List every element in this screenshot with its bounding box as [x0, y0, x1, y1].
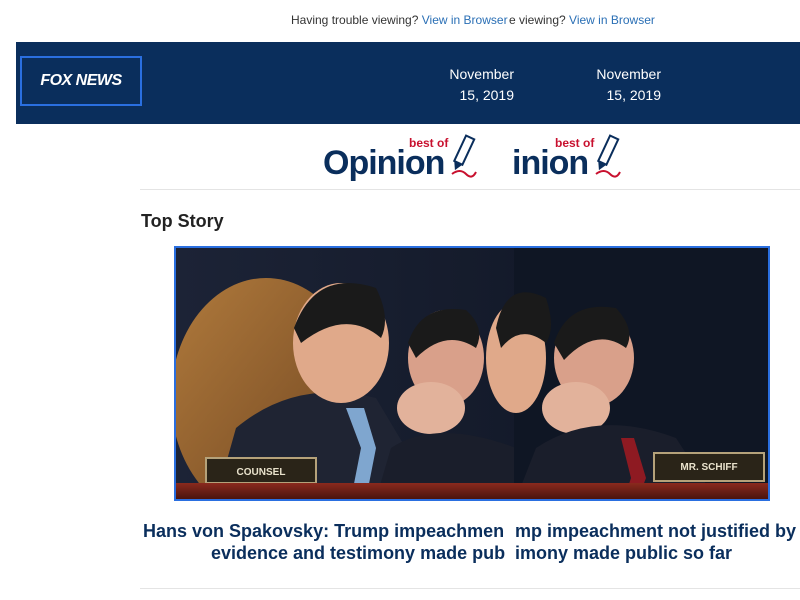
preheader-segment: Having trouble viewing? View in Browser — [291, 13, 509, 27]
logo-text: FOX NEWS — [40, 72, 122, 89]
trouble-text-duplicate: e viewing? — [509, 13, 566, 27]
pencil-icon — [595, 134, 621, 178]
header-bar: FOX NEWS November 15, 2019 November 15, … — [16, 42, 800, 124]
best-of-label: best of — [409, 136, 449, 150]
opinion-logo-duplicate[interactable]: inion best of — [512, 132, 622, 187]
preheader-segment-duplicate: e viewing? View in Browser — [509, 13, 655, 27]
headline-line: imony made public so far — [515, 543, 733, 563]
opinion-logo[interactable]: Opinion best of — [323, 132, 478, 187]
headline-segment-duplicate[interactable]: mp impeachment not justified by imony ma… — [515, 520, 800, 564]
schiff-placard: MR. SCHIFF — [680, 462, 737, 473]
headline-segment[interactable]: Hans von Spakovsky: Trump impeachmen evi… — [143, 520, 515, 564]
headline-line: mp impeachment not justified by — [515, 521, 797, 541]
view-in-browser-link-duplicate[interactable]: View in Browser — [569, 13, 655, 27]
counsel-placard: COUNSEL — [237, 467, 286, 478]
trouble-text: Having trouble viewing? — [291, 13, 419, 27]
best-of-label-duplicate: best of — [555, 136, 595, 150]
headline-line: evidence and testimony made pub — [211, 543, 506, 563]
fox-news-logo[interactable]: FOX NEWS — [20, 56, 142, 106]
section-title: Top Story — [141, 211, 224, 231]
view-in-browser-link[interactable]: View in Browser — [422, 13, 508, 27]
section-divider — [140, 588, 800, 589]
headline-line: Hans von Spakovsky: Trump impeachmen — [143, 521, 505, 541]
best-of-opinion-banner: Opinion best of inion best of — [0, 132, 800, 187]
newsletter-date: November 15, 2019 — [449, 66, 514, 103]
hearing-photo: COUNSEL MR. SCHIFF — [176, 248, 768, 499]
newsletter-date-duplicate: November 15, 2019 — [596, 66, 661, 103]
section-divider — [140, 189, 800, 190]
preheader-bar: Having trouble viewing? View in Browser … — [0, 13, 800, 29]
pencil-icon — [451, 134, 477, 178]
top-story-image[interactable]: COUNSEL MR. SCHIFF — [174, 246, 770, 501]
